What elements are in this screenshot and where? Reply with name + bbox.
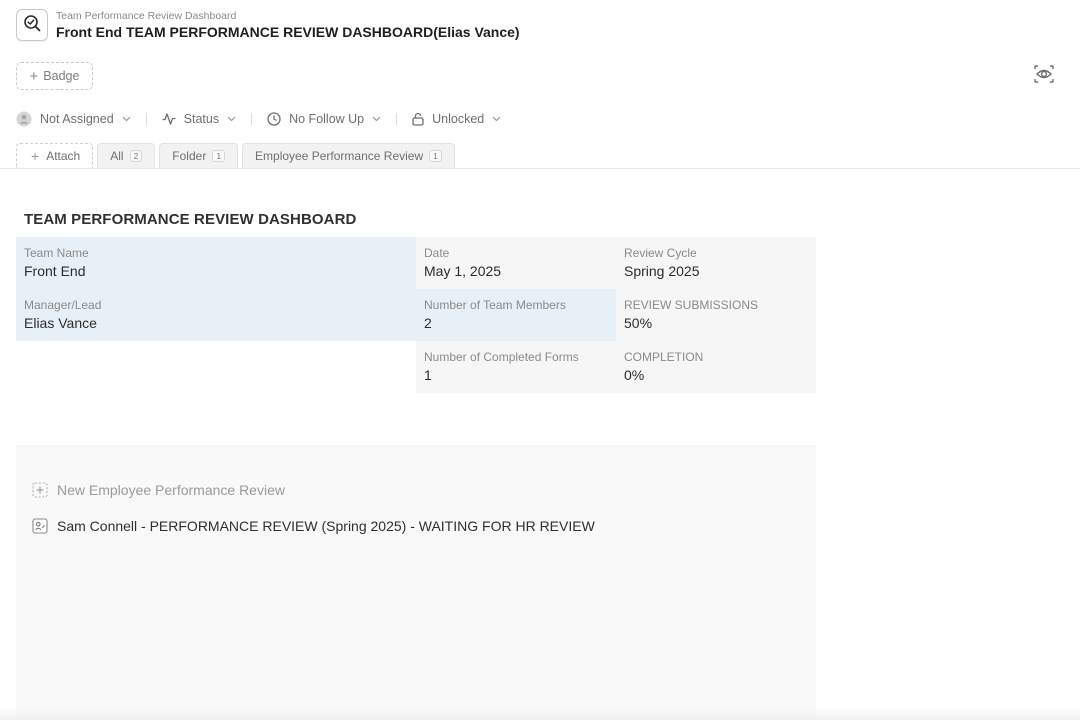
dashboard-grid: Team Name Front End Manager/Lead Elias V… xyxy=(16,237,816,393)
attach-button[interactable]: + Attach xyxy=(16,143,94,168)
filter-bar: Not Assigned Status No Follow Up Unlocke… xyxy=(16,109,501,129)
field-value: May 1, 2025 xyxy=(424,263,502,279)
lock-label: Unlocked xyxy=(432,112,485,126)
divider xyxy=(396,113,398,125)
tab-count-badge: 1 xyxy=(212,150,226,162)
scroll-edge xyxy=(0,708,1080,720)
plus-icon: + xyxy=(31,148,40,164)
plus-icon: + xyxy=(29,67,39,85)
manager-cell[interactable]: Manager/Lead Elias Vance xyxy=(16,289,416,341)
magnifier-check-icon xyxy=(23,14,41,37)
status-filter[interactable]: Status xyxy=(162,112,236,126)
person-card-icon xyxy=(32,518,48,534)
field-value: 2 xyxy=(424,315,432,331)
field-label: COMPLETION xyxy=(624,350,704,364)
assignee-filter[interactable]: Not Assigned xyxy=(16,111,131,127)
dashboard-title: TEAM PERFORMANCE REVIEW DASHBOARD xyxy=(24,211,357,228)
team-members-cell[interactable]: Number of Team Members 2 xyxy=(416,289,616,341)
review-cycle-cell[interactable]: Review Cycle Spring 2025 xyxy=(616,237,816,289)
user-circle-icon xyxy=(16,111,32,127)
completed-forms-cell[interactable]: Number of Completed Forms 1 xyxy=(416,341,616,393)
breadcrumb[interactable]: Team Performance Review Dashboard xyxy=(56,10,520,23)
tab-all[interactable]: All 2 xyxy=(97,143,156,168)
tab-employee-performance-review[interactable]: Employee Performance Review 1 xyxy=(242,143,455,168)
tab-label: Folder xyxy=(172,149,207,163)
tab-label: Employee Performance Review xyxy=(255,149,424,163)
field-label: REVIEW SUBMISSIONS xyxy=(624,298,759,312)
tab-label: All xyxy=(110,149,124,163)
preview-button[interactable] xyxy=(1032,64,1056,88)
page-header: Team Performance Review Dashboard Front … xyxy=(16,9,520,41)
field-label: Date xyxy=(424,246,450,260)
divider xyxy=(0,168,1080,169)
field-label: Review Cycle xyxy=(624,246,697,260)
date-cell[interactable]: Date May 1, 2025 xyxy=(416,237,616,289)
follow-up-label: No Follow Up xyxy=(289,112,365,126)
chevron-down-icon xyxy=(492,116,501,122)
tab-count-badge: 2 xyxy=(129,150,143,162)
field-value: 50% xyxy=(624,315,653,331)
field-value: Spring 2025 xyxy=(624,263,700,279)
clock-icon xyxy=(267,112,281,126)
attach-label: Attach xyxy=(46,149,81,163)
plus-square-icon xyxy=(32,482,48,498)
list-item-label: Sam Connell - PERFORMANCE REVIEW (Spring… xyxy=(57,518,595,534)
add-badge-button[interactable]: + Badge xyxy=(16,62,93,90)
linked-items-panel: New Employee Performance Review Sam Conn… xyxy=(16,445,816,720)
review-submissions-cell[interactable]: REVIEW SUBMISSIONS 50% xyxy=(616,289,816,341)
new-item-label: New Employee Performance Review xyxy=(57,482,285,498)
chevron-down-icon xyxy=(227,116,236,122)
field-label: Team Name xyxy=(24,246,89,260)
follow-up-filter[interactable]: No Follow Up xyxy=(267,112,381,126)
field-value: 1 xyxy=(424,367,432,383)
tab-folder[interactable]: Folder 1 xyxy=(159,143,239,168)
field-label: Number of Team Members xyxy=(424,298,566,312)
badge-button-label: Badge xyxy=(43,69,80,83)
field-value: Elias Vance xyxy=(24,315,97,331)
tab-bar: + Attach All 2 Folder 1 Employee Perform… xyxy=(16,143,459,168)
list-item[interactable]: Sam Connell - PERFORMANCE REVIEW (Spring… xyxy=(32,518,595,534)
new-employee-review-button[interactable]: New Employee Performance Review xyxy=(32,482,285,498)
eye-icon xyxy=(1033,64,1055,89)
activity-icon xyxy=(162,113,176,125)
completion-cell[interactable]: COMPLETION 0% xyxy=(616,341,816,393)
page-title: Front End TEAM PERFORMANCE REVIEW DASHBO… xyxy=(56,23,520,40)
tab-count-badge: 1 xyxy=(429,150,442,162)
divider xyxy=(145,113,147,125)
field-value: Front End xyxy=(24,263,86,279)
field-label: Number of Completed Forms xyxy=(424,350,579,364)
field-label: Manager/Lead xyxy=(24,298,102,312)
app-icon-button[interactable] xyxy=(16,9,48,41)
status-label: Status xyxy=(183,112,220,126)
field-value: 0% xyxy=(624,367,645,383)
lock-filter[interactable]: Unlocked xyxy=(412,112,501,126)
team-name-cell[interactable]: Team Name Front End xyxy=(16,237,416,289)
chevron-down-icon xyxy=(122,116,131,122)
divider xyxy=(251,113,253,125)
unlock-icon xyxy=(412,112,424,126)
chevron-down-icon xyxy=(372,116,381,122)
assignee-label: Not Assigned xyxy=(40,112,114,126)
